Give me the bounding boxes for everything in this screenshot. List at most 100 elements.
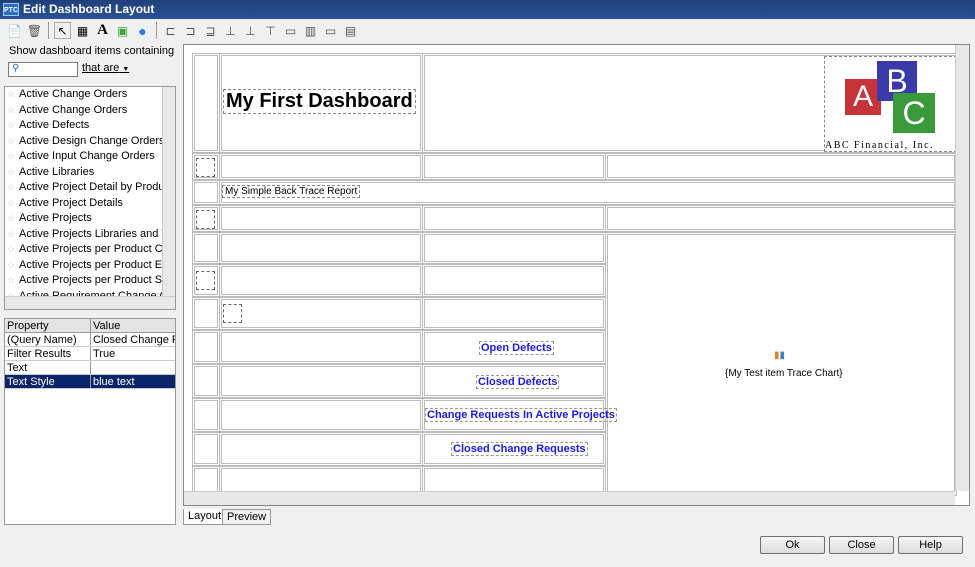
list-item[interactable]: Active Projects Libraries and Templates: [5, 227, 175, 243]
property-name: Text Style: [5, 375, 91, 388]
logo-block-a: A: [845, 79, 881, 115]
dashboard-title[interactable]: My First Dashboard: [223, 89, 416, 114]
link-item[interactable]: Closed Change Requests: [451, 442, 588, 456]
canvas-vertical-scrollbar[interactable]: [955, 45, 969, 491]
placeholder-box[interactable]: [196, 271, 215, 290]
search-icon: ⚲: [12, 63, 20, 74]
layout-cell[interactable]: [422, 205, 606, 232]
layout-cell[interactable]: [192, 232, 220, 264]
layout-cell[interactable]: [422, 232, 606, 264]
align-left-icon[interactable]: ⊏: [162, 22, 179, 39]
company-logo[interactable]: A B C ABC Financial, Inc.: [824, 56, 957, 152]
filter-label: Show dashboard items containing: [9, 45, 175, 57]
layout-cell[interactable]: [192, 180, 220, 205]
align-bottom-icon[interactable]: ⊤: [262, 22, 279, 39]
layout-cell[interactable]: [219, 264, 423, 297]
property-value[interactable]: blue text: [91, 375, 175, 388]
separator: [156, 22, 157, 39]
chart-label[interactable]: {My Test item Trace Chart}: [725, 368, 843, 379]
layout-cell[interactable]: [192, 432, 220, 466]
property-name: (Query Name): [5, 333, 91, 346]
dashboard-items-list: Active Change OrdersActive Change Orders…: [4, 86, 176, 310]
split-icon[interactable]: ▤: [342, 22, 359, 39]
layout-cell[interactable]: [219, 398, 423, 432]
list-item[interactable]: Active Projects per Product Effort: [5, 258, 175, 274]
align-center-icon[interactable]: ⊐: [182, 22, 199, 39]
image-icon[interactable]: ▣: [114, 22, 131, 39]
logo-caption: ABC Financial, Inc.: [825, 140, 935, 151]
link-item[interactable]: Closed Defects: [476, 375, 560, 389]
pointer-icon[interactable]: ↖: [54, 22, 71, 39]
layout-cell[interactable]: [219, 432, 423, 466]
layout-cell[interactable]: [605, 205, 957, 232]
property-value[interactable]: Closed Change R...: [91, 333, 175, 346]
help-button[interactable]: Help: [898, 536, 963, 554]
text-icon[interactable]: A: [94, 22, 111, 39]
globe-icon[interactable]: ●: [134, 22, 151, 39]
align-right-icon[interactable]: ⊒: [202, 22, 219, 39]
layout-cell[interactable]: [605, 153, 957, 180]
layout-cell[interactable]: [219, 205, 423, 232]
that-are-dropdown[interactable]: that are ▼: [82, 62, 129, 74]
link-item[interactable]: Change Requests In Active Projects: [425, 408, 617, 422]
layout-cell[interactable]: [219, 297, 423, 330]
property-value[interactable]: True: [91, 347, 175, 360]
toolbar: 📄 🗑 ↖ ▦ A ▣ ● ⊏ ⊐ ⊒ ⊥ ⊥ ⊤ ▭ ▥ ▭ ▤: [0, 19, 975, 42]
layout-cell[interactable]: [219, 364, 423, 398]
property-row[interactable]: Text Style blue text: [5, 375, 175, 389]
insert-column-icon[interactable]: ▥: [302, 22, 319, 39]
insert-row-icon[interactable]: ▭: [282, 22, 299, 39]
title-bar: PTC Edit Dashboard Layout: [0, 0, 975, 19]
table-icon[interactable]: ▦: [74, 22, 91, 39]
list-item[interactable]: Active Project Detail by Product: [5, 180, 175, 196]
tab-layout[interactable]: Layout: [183, 509, 227, 525]
layout-cell[interactable]: [422, 264, 606, 297]
property-row[interactable]: (Query Name)Closed Change R...: [5, 333, 175, 347]
layout-cell[interactable]: [192, 330, 220, 364]
list-item[interactable]: Active Change Orders: [5, 103, 175, 119]
report-item[interactable]: My Simple Back Trace Report: [222, 185, 361, 198]
align-top-icon[interactable]: ⊥: [222, 22, 239, 39]
list-item[interactable]: Active Defects: [5, 118, 175, 134]
layout-cell[interactable]: [219, 232, 423, 264]
delete-icon[interactable]: 🗑: [26, 22, 43, 39]
list-item[interactable]: Active Design Change Orders: [5, 134, 175, 150]
layout-cell[interactable]: [422, 297, 606, 330]
property-value[interactable]: [91, 361, 175, 374]
list-item[interactable]: Active Change Orders: [5, 87, 175, 103]
tab-preview[interactable]: Preview: [222, 509, 272, 525]
layout-cell[interactable]: [422, 153, 606, 180]
layout-cell[interactable]: [192, 364, 220, 398]
property-row[interactable]: Text: [5, 361, 175, 375]
new-item-icon[interactable]: 📄: [6, 22, 23, 39]
layout-cell[interactable]: [192, 398, 220, 432]
list-horizontal-scrollbar[interactable]: [5, 296, 175, 309]
list-item[interactable]: Active Projects per Product Cost S: [5, 242, 175, 258]
search-input[interactable]: ⚲: [8, 62, 78, 77]
layout-canvas[interactable]: My First Dashboard My Simple Back Trace R…: [183, 44, 970, 506]
ok-button[interactable]: Ok: [760, 536, 825, 554]
list-item[interactable]: Active Projects per Product Summa: [5, 273, 175, 289]
layout-cell[interactable]: [192, 297, 220, 330]
canvas-horizontal-scrollbar[interactable]: [184, 491, 955, 505]
property-row[interactable]: Filter Results True: [5, 347, 175, 361]
window-title: Edit Dashboard Layout: [23, 2, 155, 16]
property-header: Property Value: [5, 319, 175, 333]
layout-cell[interactable]: [192, 53, 220, 153]
placeholder-box[interactable]: [196, 210, 215, 229]
list-item[interactable]: Active Project Details: [5, 196, 175, 212]
merge-icon[interactable]: ▭: [322, 22, 339, 39]
chart-cell[interactable]: [605, 232, 957, 496]
layout-cell[interactable]: [219, 153, 423, 180]
link-item[interactable]: Open Defects: [479, 341, 554, 355]
close-button[interactable]: Close: [829, 536, 894, 554]
list-item[interactable]: Active Input Change Orders: [5, 149, 175, 165]
placeholder-box[interactable]: [223, 304, 242, 323]
list-vertical-scrollbar[interactable]: [162, 87, 175, 297]
list-item[interactable]: Active Projects: [5, 211, 175, 227]
list-item[interactable]: Active Libraries: [5, 165, 175, 181]
placeholder-box[interactable]: [196, 158, 215, 177]
separator: [48, 22, 49, 39]
layout-cell[interactable]: [219, 330, 423, 364]
align-middle-icon[interactable]: ⊥: [242, 22, 259, 39]
